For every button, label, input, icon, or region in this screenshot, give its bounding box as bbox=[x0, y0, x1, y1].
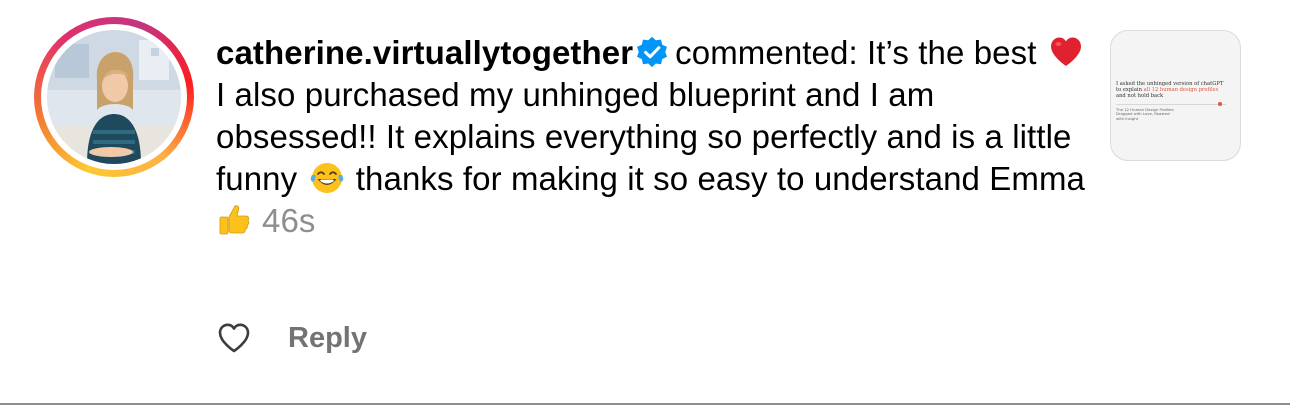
profile-avatar[interactable] bbox=[34, 17, 194, 177]
comment-text-part-3: thanks for making it so easy to understa… bbox=[346, 160, 1085, 197]
avatar-photo bbox=[47, 30, 181, 164]
comment-timestamp: 46s bbox=[262, 202, 316, 239]
comment-body: catherine.virtuallytogether commented: I… bbox=[216, 32, 1096, 242]
thumbnail-subtext: The 12 Human Design Profiles: Dragged wi… bbox=[1116, 106, 1175, 121]
comment-actions: Reply bbox=[216, 318, 367, 358]
comment-action-text: commented: bbox=[675, 34, 858, 71]
verified-badge-icon bbox=[637, 36, 668, 68]
comment-text-part-1: It’s the best bbox=[857, 34, 1046, 71]
thumbnail-divider bbox=[1116, 101, 1226, 106]
thumbnail-headline: I asked the unhinged version of chatGPT … bbox=[1116, 81, 1226, 100]
heart-outline-icon[interactable] bbox=[216, 320, 252, 356]
avatar-ring-gap bbox=[41, 24, 187, 170]
comment-username[interactable]: catherine.virtuallytogether bbox=[216, 34, 633, 71]
reply-button[interactable]: Reply bbox=[288, 322, 367, 355]
post-thumbnail[interactable]: I asked the unhinged version of chatGPT … bbox=[1110, 30, 1241, 161]
thumbnail-accent-dot bbox=[1218, 101, 1222, 106]
comment-notification[interactable]: catherine.virtuallytogether commented: I… bbox=[0, 0, 1290, 405]
thumbnail-headline-accent: all 12 human design profiles bbox=[1143, 87, 1219, 94]
face-with-tears-of-joy-emoji-icon bbox=[310, 163, 343, 193]
thumbnail-headline-end: and not hold back bbox=[1116, 93, 1164, 100]
post-thumbnail-content: I asked the unhinged version of chatGPT … bbox=[1116, 81, 1226, 121]
thumbs-up-emoji-icon bbox=[219, 205, 250, 235]
red-heart-emoji-icon bbox=[1050, 37, 1081, 66]
